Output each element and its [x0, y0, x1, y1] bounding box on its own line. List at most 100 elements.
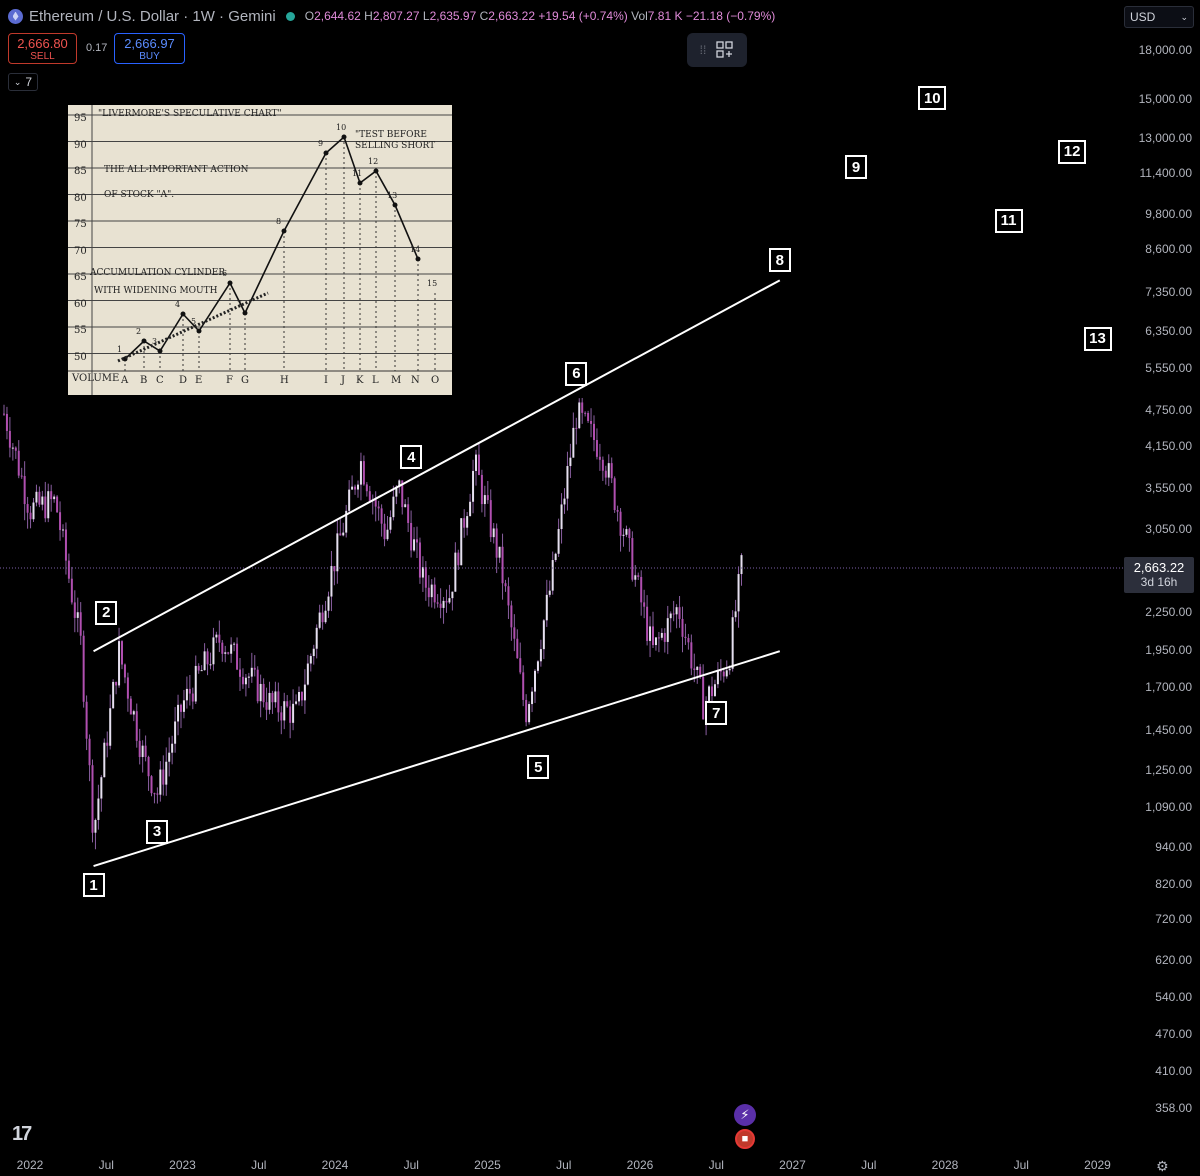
- inset-point-number: 8: [276, 217, 282, 226]
- candle-body: [70, 578, 73, 603]
- candle-body: [135, 711, 138, 741]
- candle-body: [180, 704, 182, 712]
- wave-label-4[interactable]: 4: [400, 445, 423, 470]
- indicators-toggle[interactable]: ⌄ 7: [8, 73, 38, 91]
- tradingview-logo-icon[interactable]: 17: [12, 1123, 32, 1146]
- wave-label-10[interactable]: 10: [918, 86, 947, 111]
- inset-point-number: 14: [410, 245, 421, 254]
- candle-body: [359, 461, 362, 485]
- candle-body: [575, 427, 578, 429]
- indicators-count: 7: [25, 75, 33, 89]
- livermore-chart-image: "LIVERMORE'S SPECULATIVE CHART" "TEST BE…: [68, 105, 452, 395]
- candle-body: [162, 769, 165, 785]
- price-tick-label: 5,550.00: [1145, 360, 1192, 375]
- candle-body: [433, 584, 436, 603]
- lightning-icon[interactable]: ⚡: [734, 1104, 756, 1126]
- symbol-title[interactable]: Ethereum / U.S. Dollar · 1W · Gemini: [29, 8, 276, 25]
- inset-point-number: 5: [191, 317, 197, 326]
- candle-body: [88, 738, 91, 766]
- candle-body: [634, 575, 637, 580]
- candle-body: [97, 798, 100, 820]
- candle-body: [489, 500, 492, 538]
- candle-body: [218, 634, 221, 643]
- candle-body: [711, 686, 713, 697]
- inset-note-2: SELLING SHORT: [355, 141, 436, 151]
- wave-label-3[interactable]: 3: [146, 819, 169, 844]
- candle-body: [17, 450, 20, 476]
- candle-body: [407, 504, 410, 523]
- candle-body: [271, 692, 274, 703]
- candle-body: [613, 478, 616, 511]
- candle-body: [495, 528, 498, 558]
- candle-body: [542, 620, 545, 650]
- inset-letter: K: [356, 375, 364, 386]
- currency-select[interactable]: USD ⌄: [1124, 6, 1194, 28]
- candle-body: [321, 612, 324, 623]
- candle-body: [20, 475, 23, 477]
- candle-body: [649, 626, 652, 641]
- candle-body: [728, 668, 731, 671]
- candle-body: [480, 474, 483, 505]
- candle-body: [56, 496, 59, 513]
- current-price-value: 2,663.22: [1133, 560, 1185, 575]
- object-tree-button[interactable]: ⁞⁞: [687, 33, 747, 67]
- candle-body: [306, 663, 309, 685]
- candle-body: [365, 484, 368, 492]
- candle-body: [277, 691, 280, 713]
- candle-body: [333, 566, 336, 572]
- candle-body: [209, 664, 212, 666]
- candle-body: [274, 691, 277, 703]
- candle-body: [472, 470, 475, 502]
- candle-body: [168, 752, 171, 762]
- wave-label-6[interactable]: 6: [565, 361, 588, 386]
- time-tick-label: 2029: [1084, 1158, 1111, 1172]
- candle-body: [59, 512, 62, 531]
- inset-point-number: 9: [318, 139, 324, 148]
- wave-label-9[interactable]: 9: [845, 155, 868, 180]
- candle-body: [687, 638, 690, 643]
- wave-label-12[interactable]: 12: [1058, 139, 1087, 164]
- sell-button[interactable]: 2,666.80 SELL: [8, 33, 77, 64]
- candle-body: [239, 669, 241, 677]
- candle-body: [123, 664, 126, 678]
- candle-body: [295, 701, 298, 704]
- candle-body: [702, 676, 705, 720]
- price-tick-label: 13,000.00: [1138, 130, 1192, 145]
- price-tick-label: 18,000.00: [1138, 43, 1192, 57]
- time-tick-label: 2023: [169, 1158, 196, 1172]
- wave-label-2[interactable]: 2: [95, 600, 118, 625]
- wave-label-8[interactable]: 8: [768, 248, 791, 273]
- candle-body: [445, 600, 448, 603]
- candle-body: [203, 651, 206, 671]
- candle-body: [132, 711, 135, 715]
- price-tick-label: 1,700.00: [1145, 680, 1192, 695]
- time-tick-label: Jul: [708, 1158, 724, 1172]
- candle-body: [327, 596, 330, 611]
- buy-button[interactable]: 2,666.97 BUY: [114, 33, 185, 64]
- candle-body: [640, 576, 643, 603]
- candle-body: [351, 486, 354, 490]
- candle-body: [492, 528, 495, 538]
- candle-body: [5, 413, 8, 431]
- inset-line-3: ACCUMULATION CYLINDER: [90, 268, 226, 278]
- candle-body: [513, 627, 516, 639]
- inset-point-number: 4: [175, 300, 181, 309]
- candle-body: [392, 496, 395, 518]
- candle-body: [357, 484, 359, 490]
- candle-body: [3, 413, 5, 415]
- settings-gear-icon[interactable]: ⚙: [1156, 1158, 1169, 1175]
- wave-label-11[interactable]: 11: [994, 208, 1023, 233]
- candle-body: [374, 499, 377, 507]
- us-flag-icon[interactable]: ■: [735, 1129, 755, 1149]
- candle-body: [286, 701, 289, 707]
- candle-body: [73, 602, 76, 618]
- candle-body: [448, 598, 451, 603]
- wave-label-7[interactable]: 7: [705, 701, 728, 726]
- bar-countdown: 3d 16h: [1140, 575, 1178, 589]
- wave-label-5[interactable]: 5: [527, 755, 550, 780]
- buy-price: 2,666.97: [124, 36, 175, 51]
- wave-label-1[interactable]: 1: [82, 873, 105, 898]
- candle-body: [129, 698, 132, 715]
- wave-label-13[interactable]: 13: [1083, 326, 1112, 351]
- candle-body: [53, 496, 56, 500]
